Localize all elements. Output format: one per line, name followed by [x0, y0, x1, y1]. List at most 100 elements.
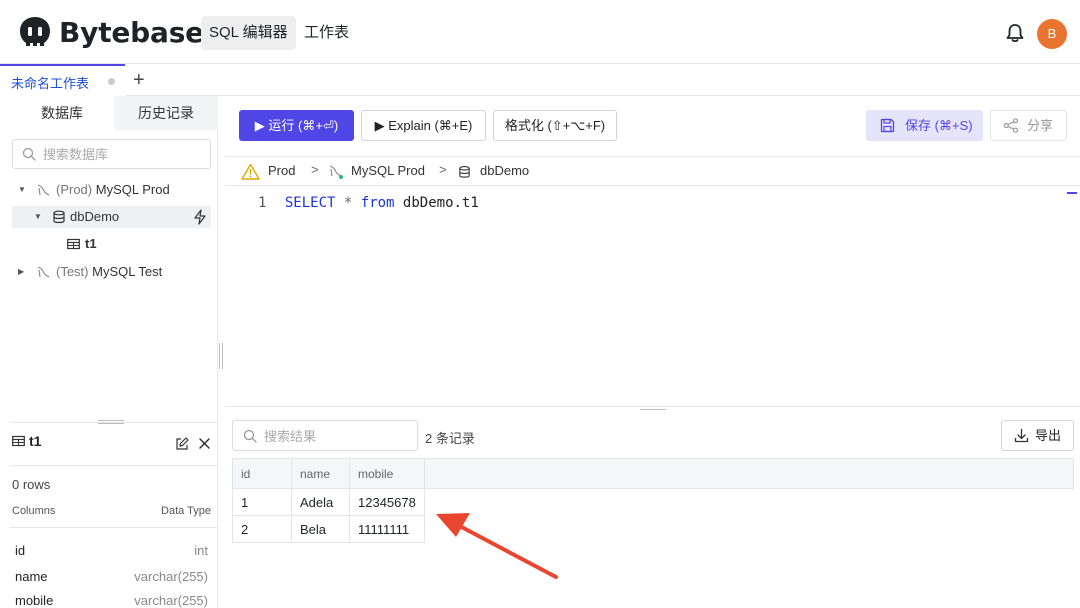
run-button[interactable]: ▶ 运行 (⌘+⏎): [239, 110, 354, 141]
sidebar-tabs: 数据库 历史记录: [10, 96, 218, 130]
table-cell[interactable]: 2: [232, 515, 292, 543]
bell-icon[interactable]: [1004, 22, 1026, 44]
table-cell[interactable]: Adela: [291, 488, 350, 516]
breadcrumb-instance[interactable]: MySQL Prod: [351, 163, 425, 178]
schema-column-row: id int: [15, 543, 208, 558]
schema-column-row: name varchar(255): [15, 569, 208, 584]
sql-identifier: dbDemo.t1: [402, 195, 479, 211]
column-type: varchar(255): [134, 593, 208, 608]
annotation-arrow: [436, 513, 558, 579]
schema-panel-title: t1: [12, 433, 41, 449]
table-header-row: id name mobile: [232, 458, 1074, 489]
sql-keyword: from: [360, 195, 395, 211]
tree-instance-name: MySQL Prod: [95, 182, 170, 197]
download-icon: [1014, 428, 1029, 443]
divider: [10, 527, 218, 528]
export-label: 导出: [1035, 428, 1062, 443]
tree-env-label: (Prod): [56, 182, 93, 197]
search-icon: [22, 147, 36, 161]
database-search: [12, 139, 211, 169]
table-icon: [67, 238, 80, 250]
sql-operator: *: [343, 195, 353, 211]
results-panel: 2 条记录 导出 id name mobile 1 Adela 12345678: [225, 406, 1080, 608]
bolt-icon[interactable]: [193, 209, 207, 225]
nav-worksheets[interactable]: 工作表: [296, 16, 357, 50]
column-header[interactable]: mobile: [349, 458, 425, 489]
caret-down-icon[interactable]: ▼: [34, 206, 42, 228]
add-tab-button[interactable]: +: [133, 66, 145, 94]
table-cell[interactable]: 1: [232, 488, 292, 516]
columns-header: Columns: [12, 505, 56, 517]
column-name: name: [15, 569, 48, 584]
table-cell[interactable]: 11111111: [349, 515, 425, 543]
caret-down-icon[interactable]: ▼: [18, 179, 26, 201]
tab-databases[interactable]: 数据库: [10, 96, 114, 130]
unsaved-dot-icon[interactable]: [108, 78, 115, 85]
row-count: 0 rows: [12, 477, 51, 492]
share-button[interactable]: 分享: [990, 110, 1067, 141]
result-search-input[interactable]: [264, 422, 424, 450]
data-type-header: Data Type: [161, 505, 211, 517]
explain-button[interactable]: ▶ Explain (⌘+E): [361, 110, 486, 141]
save-button[interactable]: 保存 (⌘+S): [866, 110, 983, 141]
sql-editor-area: ▶ 运行 (⌘+⏎) ▶ Explain (⌘+E) 格式化 (⇧+⌥+F) 保…: [225, 96, 1080, 406]
tree-item-mysql-prod[interactable]: ▼ (Prod) MySQL Prod: [12, 179, 211, 201]
tree-instance-name: MySQL Test: [92, 264, 163, 279]
save-label: 保存 (⌘+S): [905, 118, 973, 133]
play-icon: ▶: [254, 118, 265, 133]
tab-label: 未命名工作表: [11, 76, 90, 91]
column-name: id: [15, 543, 26, 558]
user-avatar[interactable]: B: [1037, 19, 1067, 49]
database-search-input[interactable]: [43, 140, 203, 168]
result-search: [232, 420, 424, 451]
database-icon: [459, 166, 470, 178]
column-name: mobile: [15, 593, 54, 608]
divider: [10, 465, 218, 466]
mysql-icon: [37, 184, 50, 196]
tree-item-mysql-test[interactable]: ▶ (Test) MySQL Test: [12, 261, 211, 283]
play-icon: ▶: [374, 118, 385, 133]
left-sidebar: 数据库 历史记录 ▼ (Prod) MySQL Prod ▼ dbDemo: [0, 96, 218, 608]
edit-icon[interactable]: [175, 437, 189, 451]
breadcrumb-environment[interactable]: Prod: [268, 163, 295, 178]
share-label: 分享: [1027, 118, 1054, 133]
table-cell[interactable]: 12345678: [349, 488, 425, 516]
column-header[interactable]: name: [291, 458, 350, 489]
brand-name: Bytebase: [59, 15, 204, 49]
brand-logo[interactable]: Bytebase: [18, 15, 204, 49]
export-button[interactable]: 导出: [1001, 420, 1074, 451]
breadcrumb-database[interactable]: dbDemo: [480, 163, 529, 178]
mysql-icon: [329, 165, 343, 179]
caret-right-icon[interactable]: ▶: [18, 261, 24, 283]
explain-label: Explain (⌘+E): [388, 118, 473, 133]
format-button[interactable]: 格式化 (⇧+⌥+F): [493, 110, 617, 141]
save-icon: [880, 118, 895, 133]
run-label: 运行 (⌘+⏎): [268, 118, 339, 133]
breadcrumb: Prod > MySQL Prod > dbDemo: [225, 156, 1080, 186]
close-icon[interactable]: [198, 437, 211, 450]
tree-item-table-t1[interactable]: t1: [12, 233, 211, 255]
column-type: int: [194, 543, 208, 558]
database-icon: [53, 210, 65, 224]
warning-icon: [241, 163, 260, 180]
table-cell[interactable]: Bela: [291, 515, 350, 543]
table-row: 2 Bela 11111111: [232, 515, 1074, 543]
table-schema-panel: t1 0 rows Columns Data Type id int name …: [10, 422, 218, 608]
result-count: 2 条记录: [425, 431, 475, 446]
breadcrumb-separator: >: [439, 162, 447, 177]
tree-env-label: (Test): [56, 264, 89, 279]
tree-item-dbdemo[interactable]: ▼ dbDemo: [12, 206, 211, 228]
breadcrumb-separator: >: [311, 162, 319, 177]
sql-code-line[interactable]: 1 SELECT * from dbDemo.t1: [258, 195, 479, 211]
sidebar-width-resize-handle[interactable]: [219, 343, 223, 369]
filler-cell: [424, 458, 1074, 489]
schema-table-name: t1: [29, 433, 42, 449]
column-header[interactable]: id: [232, 458, 292, 489]
top-header: Bytebase SQL 编辑器 工作表 B: [0, 0, 1080, 64]
bytebase-logo-icon: [20, 17, 50, 46]
tab-history[interactable]: 历史记录: [114, 96, 218, 130]
nav-sql-editor[interactable]: SQL 编辑器: [201, 16, 296, 50]
column-type: varchar(255): [134, 569, 208, 584]
schema-column-row: mobile varchar(255): [15, 593, 208, 608]
tab-untitled-worksheet[interactable]: 未命名工作表: [0, 64, 125, 96]
